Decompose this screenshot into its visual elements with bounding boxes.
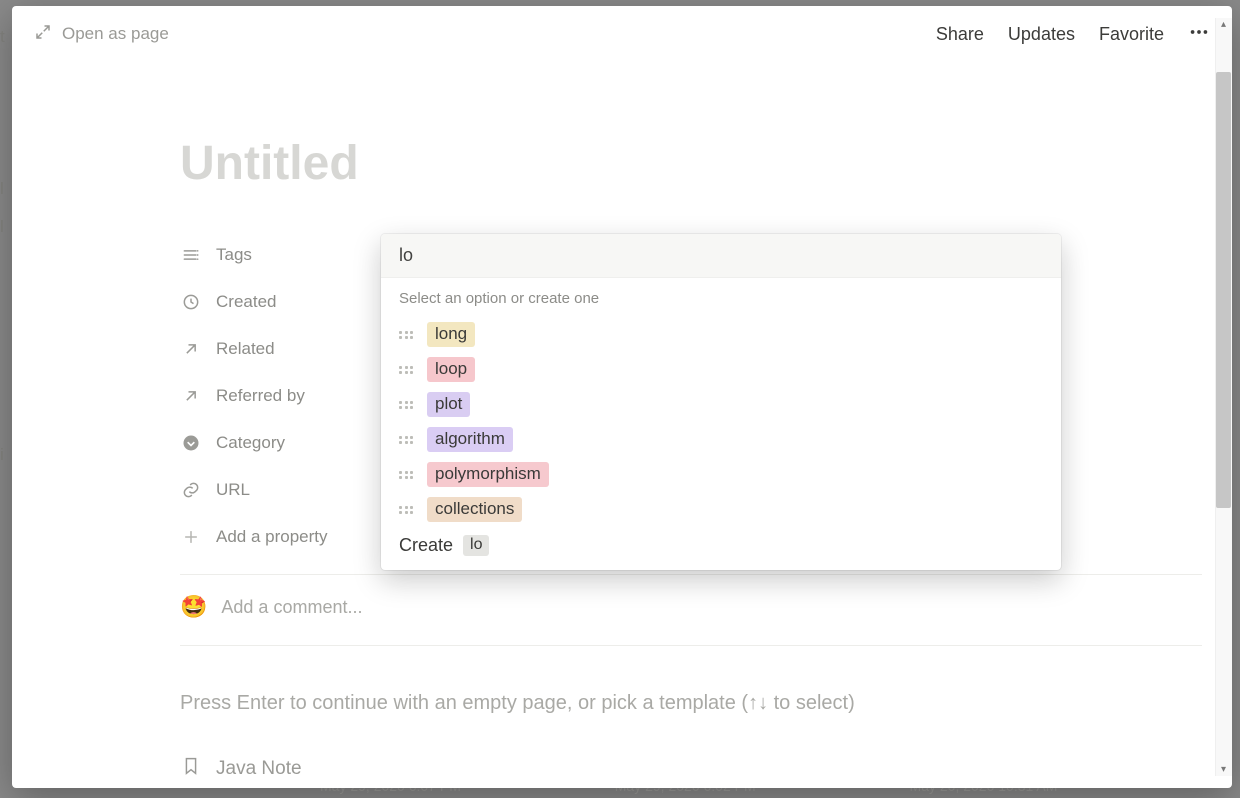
open-as-page-label: Open as page — [62, 24, 169, 44]
property-label: Referred by — [216, 386, 305, 406]
clock-icon — [180, 291, 202, 313]
drag-handle-icon[interactable] — [399, 506, 413, 514]
comment-placeholder: Add a comment... — [221, 597, 362, 618]
add-comment-row[interactable]: 🤩 Add a comment... — [180, 583, 1202, 631]
arrow-up-right-icon — [180, 338, 202, 360]
tag-search-wrap[interactable] — [381, 234, 1061, 278]
scrollbar-thumb[interactable] — [1216, 72, 1231, 508]
scroll-down-arrow-icon[interactable]: ▾ — [1218, 764, 1229, 775]
tag-chip: plot — [427, 392, 470, 417]
property-label: Created — [216, 292, 276, 312]
tag-chip: loop — [427, 357, 475, 382]
user-avatar-emoji: 🤩 — [180, 594, 207, 620]
tag-chip: algorithm — [427, 427, 513, 452]
tag-search-input[interactable] — [399, 245, 1043, 266]
tag-create-label: Create — [399, 535, 453, 556]
drag-handle-icon[interactable] — [399, 471, 413, 479]
scroll-up-arrow-icon[interactable]: ▴ — [1218, 19, 1229, 30]
tag-option-collections[interactable]: collections — [399, 492, 1043, 527]
tag-option-plot[interactable]: plot — [399, 387, 1043, 422]
tag-option-loop[interactable]: loop — [399, 352, 1043, 387]
tags-icon — [180, 244, 202, 266]
page-title[interactable]: Untitled — [180, 136, 1202, 191]
tag-option-polymorphism[interactable]: polymorphism — [399, 457, 1043, 492]
favorite-button[interactable]: Favorite — [1099, 24, 1164, 45]
modal-topbar: Open as page Share Updates Favorite — [12, 6, 1232, 62]
plus-icon — [180, 526, 202, 548]
tag-chip: collections — [427, 497, 522, 522]
share-button[interactable]: Share — [936, 24, 984, 45]
tag-chip: long — [427, 322, 475, 347]
arrow-up-right-icon — [180, 385, 202, 407]
add-property-label: Add a property — [216, 527, 328, 547]
tag-create-value: lo — [463, 535, 489, 556]
tag-select-dropdown: Select an option or create one long loop p… — [381, 234, 1061, 570]
drag-handle-icon[interactable] — [399, 401, 413, 409]
property-label: URL — [216, 480, 250, 500]
tag-create-option[interactable]: Create lo — [399, 535, 1043, 556]
expand-icon — [34, 23, 52, 46]
scrollbar-track[interactable]: ▴ ▾ — [1215, 18, 1232, 776]
tag-chip: polymorphism — [427, 462, 549, 487]
tag-option-long[interactable]: long — [399, 317, 1043, 352]
more-actions-button[interactable] — [1188, 21, 1210, 48]
drag-handle-icon[interactable] — [399, 331, 413, 339]
template-option[interactable]: Java Note — [180, 755, 1202, 783]
property-label: Related — [216, 339, 275, 359]
empty-page-hint: Press Enter to continue with an empty pa… — [180, 692, 1202, 715]
page-peek-modal: ▴ ▾ Open as page Share Updates Favorite … — [12, 6, 1232, 788]
chevron-circle-down-icon — [180, 432, 202, 454]
property-label: Category — [216, 433, 285, 453]
drag-handle-icon[interactable] — [399, 366, 413, 374]
template-label: Java Note — [216, 758, 302, 780]
link-icon — [180, 479, 202, 501]
bookmark-icon — [180, 755, 202, 783]
property-label: Tags — [216, 245, 252, 265]
drag-handle-icon[interactable] — [399, 436, 413, 444]
divider — [180, 574, 1202, 575]
divider — [180, 645, 1202, 646]
tag-option-algorithm[interactable]: algorithm — [399, 422, 1043, 457]
updates-button[interactable]: Updates — [1008, 24, 1075, 45]
open-as-page-button[interactable]: Open as page — [34, 23, 169, 46]
tag-dropdown-hint: Select an option or create one — [399, 290, 1043, 307]
